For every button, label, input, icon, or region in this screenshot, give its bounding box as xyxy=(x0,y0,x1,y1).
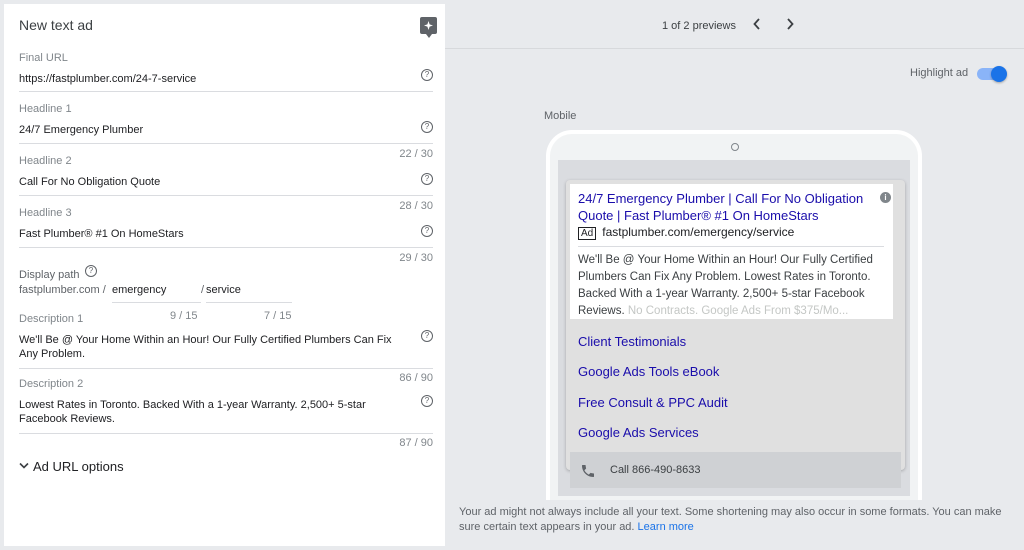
camera-icon xyxy=(731,143,739,151)
headline1-field[interactable]: Headline 1 24/7 Emergency Plumber ? 22 /… xyxy=(19,103,433,160)
ad-url-options-toggle[interactable]: Ad URL options xyxy=(19,459,124,474)
description2-input[interactable]: Lowest Rates in Toronto. Backed With a 1… xyxy=(19,398,409,426)
help-icon[interactable]: ? xyxy=(421,173,433,185)
final-url-input[interactable]: https://fastplumber.com/24-7-service xyxy=(19,72,409,86)
path1-input[interactable]: emergency xyxy=(112,284,194,296)
sitelink[interactable]: Google Ads Tools eBook xyxy=(578,364,719,379)
feedback-icon[interactable] xyxy=(420,17,437,38)
ad-preview-headline[interactable]: 24/7 Emergency Plumber | Call For No Obl… xyxy=(578,190,878,224)
sitelink[interactable]: Google Ads Services xyxy=(578,425,699,440)
char-counter: 29 / 30 xyxy=(399,252,433,264)
display-path-label-row: Display path ? xyxy=(19,265,433,283)
field-underline xyxy=(19,143,433,144)
path-separator: / xyxy=(201,284,205,296)
highlight-ad-toggle[interactable] xyxy=(977,66,1007,82)
device-label: Mobile xyxy=(544,110,577,122)
headline2-field[interactable]: Headline 2 Call For No Obligation Quote … xyxy=(19,155,433,212)
field-underline xyxy=(19,368,433,369)
sitelink[interactable]: Free Consult & PPC Audit xyxy=(578,395,728,410)
description1-input[interactable]: We'll Be @ Your Home Within an Hour! Our… xyxy=(19,333,409,361)
chevron-left-icon xyxy=(753,18,760,30)
help-icon[interactable]: ? xyxy=(85,265,97,277)
description2-field[interactable]: Description 2 Lowest Rates in Toronto. B… xyxy=(19,378,433,449)
phone-icon xyxy=(582,465,594,477)
headline3-input[interactable]: Fast Plumber® #1 On HomeStars xyxy=(19,227,409,241)
headline2-input[interactable]: Call For No Obligation Quote xyxy=(19,175,409,189)
field-underline xyxy=(19,433,433,434)
ad-preview-url-row: Ad fastplumber.com/emergency/service xyxy=(578,225,794,240)
chevron-down-icon xyxy=(19,462,29,469)
field-label: Description 1 xyxy=(19,313,84,325)
info-icon[interactable]: i xyxy=(880,192,891,203)
ad-badge: Ad xyxy=(578,227,597,240)
help-icon[interactable]: ? xyxy=(421,69,433,81)
char-counter: 87 / 90 xyxy=(399,437,433,449)
headline3-field[interactable]: Headline 3 Fast Plumber® #1 On HomeStars… xyxy=(19,207,433,264)
description1-field[interactable]: Description 1 We'll Be @ Your Home Withi… xyxy=(19,313,433,384)
final-url-field[interactable]: Final URL https://fastplumber.com/24-7-s… xyxy=(19,52,433,92)
preview-toolbar: 1 of 2 previews xyxy=(445,4,1024,49)
next-preview-button[interactable] xyxy=(781,17,799,35)
chevron-right-icon xyxy=(787,18,794,30)
field-label: Headline 2 xyxy=(19,155,72,167)
highlight-ad-label: Highlight ad xyxy=(910,67,969,79)
display-path-domain: fastplumber.com / xyxy=(19,284,106,296)
help-icon[interactable]: ? xyxy=(421,121,433,133)
field-label: Final URL xyxy=(19,52,68,64)
path1-underline xyxy=(112,302,201,303)
ad-preview-description: We'll Be @ Your Home Within an Hour! Our… xyxy=(578,252,884,320)
ad-description-faded-text: No Contracts. Google Ads From $375/Mo... xyxy=(627,305,849,317)
path2-underline xyxy=(206,302,292,303)
headline1-input[interactable]: 24/7 Emergency Plumber xyxy=(19,123,409,137)
field-label: Description 2 xyxy=(19,378,84,390)
panel-title: New text ad xyxy=(19,17,93,33)
field-underline xyxy=(19,91,433,92)
ad-preview-url: fastplumber.com/emergency/service xyxy=(602,225,795,239)
display-path-row: fastplumber.com / xyxy=(19,284,106,296)
field-label: Display path xyxy=(19,269,80,281)
path2-input[interactable]: service xyxy=(206,284,292,296)
preview-footnote: Your ad might not always include all you… xyxy=(459,505,1009,535)
ad-editor-panel: New text ad Final URL https://fastplumbe… xyxy=(4,4,445,546)
help-icon[interactable]: ? xyxy=(421,330,433,342)
toggle-knob xyxy=(991,66,1007,82)
help-icon[interactable]: ? xyxy=(421,395,433,407)
ad-url-options-label: Ad URL options xyxy=(33,459,124,474)
call-extension-label: Call 866-490-8633 xyxy=(610,464,701,476)
mobile-device-frame: 24/7 Emergency Plumber | Call For No Obl… xyxy=(546,130,922,500)
field-underline xyxy=(19,247,433,248)
learn-more-link[interactable]: Learn more xyxy=(638,521,694,533)
divider xyxy=(578,246,884,247)
preview-pager: 1 of 2 previews xyxy=(662,20,736,32)
field-underline xyxy=(19,195,433,196)
sitelink[interactable]: Client Testimonials xyxy=(578,334,686,349)
help-icon[interactable]: ? xyxy=(421,225,433,237)
previous-preview-button[interactable] xyxy=(748,17,766,35)
footnote-text: Your ad might not always include all you… xyxy=(459,506,1002,533)
field-label: Headline 1 xyxy=(19,103,72,115)
field-label: Headline 3 xyxy=(19,207,72,219)
